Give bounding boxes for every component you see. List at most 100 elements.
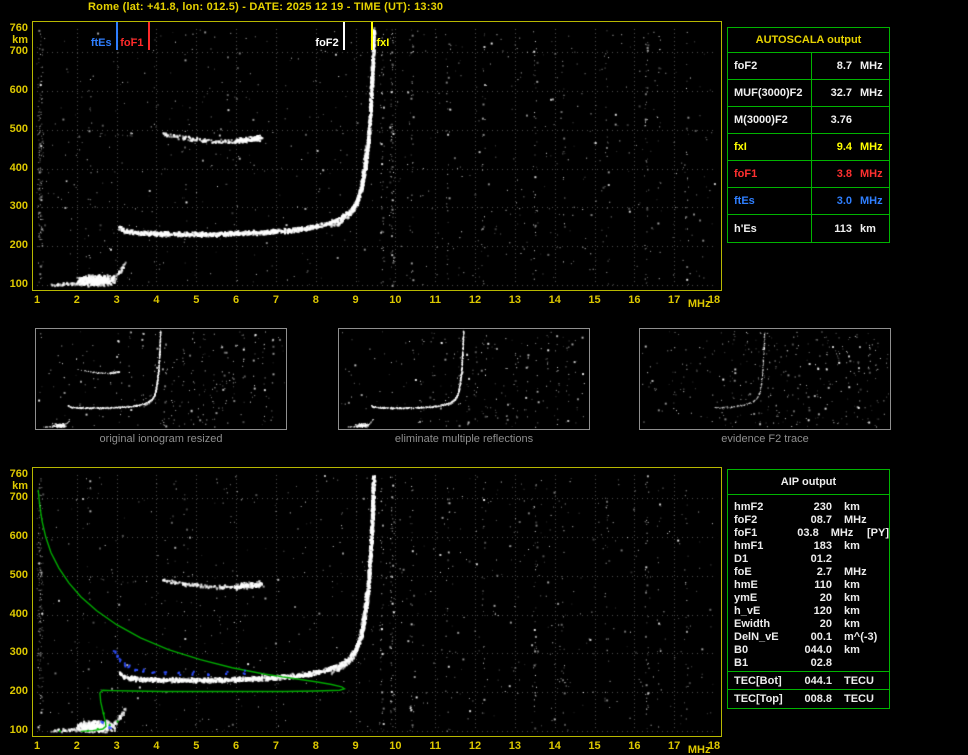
x-tick-label: 10	[389, 740, 402, 752]
fxI-marker-label: fxI	[376, 37, 390, 49]
x-tick-label: 4	[153, 740, 160, 752]
autoscala-row-foF1: foF1 3.8 MHz	[728, 161, 889, 188]
param-value: 8.7 MHz	[836, 60, 883, 72]
param-label: foF2	[728, 53, 812, 79]
aip-output-title: AIP output	[728, 470, 889, 495]
param-value: 3.76	[830, 114, 852, 126]
thumb-eliminate-reflections	[338, 328, 590, 430]
aip-label: DelN_vE	[734, 630, 779, 643]
foF2-marker-line	[342, 22, 345, 50]
param-label: foF1	[728, 161, 812, 187]
aip-row-foF2: foF2 08.7 MHz	[728, 513, 889, 526]
table-separator	[728, 689, 889, 690]
aip-label: hmE	[734, 578, 758, 591]
y-tick-label: 600	[9, 530, 28, 543]
aip-unit: MHz	[844, 513, 867, 526]
aip-value: 03.8	[797, 526, 819, 539]
y-tick-label: 300	[9, 200, 28, 213]
y-axis-unit: km	[12, 480, 28, 492]
y-tick-label: 700	[9, 45, 28, 58]
y-tick-label: 500	[9, 122, 28, 135]
x-tick-label: 13	[508, 294, 521, 306]
aip-value: 120	[813, 604, 832, 617]
x-tick-label: 7	[272, 294, 279, 306]
aip-extra: [PY]	[867, 526, 889, 539]
x-tick-label: 11	[429, 740, 442, 752]
aip-unit: MHz	[844, 565, 867, 578]
autoscala-row-MUF(3000)F2: MUF(3000)F2 32.7 MHz	[728, 80, 889, 107]
x-tick-label: 2	[73, 294, 80, 306]
aip-label: D1	[734, 552, 749, 565]
param-value: 32.7 MHz	[830, 87, 883, 99]
aip-value: 02.8	[810, 656, 832, 669]
x-tick-label: 10	[389, 294, 402, 306]
aip-value: 044.1	[804, 674, 832, 687]
aip-row-foE: foE 2.7 MHz	[728, 565, 889, 578]
param-value: 9.4 MHz	[836, 141, 883, 153]
aip-rows: hmF2 230 km foF2 08.7 MHz foF1 03.8 MHz [PY] hmF1 1…	[728, 495, 889, 708]
thumb-evidence-caption: evidence F2 trace	[721, 433, 809, 445]
autoscala-row-fxI: fxI 9.4 MHz	[728, 134, 889, 161]
x-tick-label: 8	[312, 740, 319, 752]
x-tick-label: 1	[33, 740, 41, 752]
y-tick-label: 700	[9, 491, 28, 504]
foF1-marker-line	[147, 22, 150, 50]
x-tick-label: 2	[73, 740, 80, 752]
y-tick-label: 200	[9, 685, 28, 698]
aip-label: foF2	[734, 513, 758, 526]
y-tick-label: 400	[9, 607, 28, 620]
aip-row-B1: B1 02.8	[728, 656, 889, 669]
autoscala-screen: Rome (lat: +41.8, lon: 012.5) - DATE: 20…	[0, 0, 968, 755]
aip-output-table: AIP output hmF2 230 km foF2 08.7 MHz foF1 03.8 M…	[727, 469, 890, 709]
aip-label: ymE	[734, 591, 758, 604]
x-tick-label: 17	[668, 740, 681, 752]
aip-label: hmF2	[734, 500, 764, 513]
aip-value: 183	[813, 539, 832, 552]
aip-row-ymE: ymE 20 km	[728, 591, 889, 604]
aip-label: foF1	[734, 526, 758, 539]
y-axis-unit: km	[12, 34, 28, 46]
aip-unit: km	[844, 539, 860, 552]
param-value: 113 km	[834, 222, 876, 235]
aip-label: foE	[734, 565, 752, 578]
thumb-eliminate-canvas	[339, 329, 589, 429]
x-tick-label: 13	[508, 740, 521, 752]
aip-row-B0: B0 044.0 km	[728, 643, 889, 656]
aip-unit: km	[844, 591, 860, 604]
aip-unit: m^(-3)	[844, 630, 878, 643]
aip-value: 044.0	[804, 643, 832, 656]
aip-unit: km	[844, 578, 860, 591]
aip-value: 00.1	[810, 630, 832, 643]
x-tick-label: 9	[352, 294, 359, 306]
x-tick-label: 5	[193, 294, 200, 306]
x-tick-label: 17	[668, 294, 681, 306]
x-tick-label: 12	[468, 740, 482, 752]
x-tick-label: 3	[113, 294, 120, 306]
param-value: 3.8 MHz	[836, 168, 883, 180]
autoscala-output-title: AUTOSCALA output	[728, 28, 889, 53]
scaled-ionogram-plot	[32, 21, 722, 291]
aip-unit: MHz	[830, 526, 854, 539]
y-tick-label: 500	[9, 568, 28, 581]
thumb-evidence-f2	[639, 328, 891, 430]
station-title: Rome (lat: +41.8, lon: 012.5) - DATE: 20…	[88, 1, 444, 13]
aip-row-hmF1: hmF1 183 km	[728, 539, 889, 552]
x-tick-label: 11	[429, 294, 442, 306]
aip-unit: km	[844, 643, 860, 656]
x-tick-label: 15	[588, 294, 601, 306]
aip-unit: TECU	[844, 674, 874, 687]
aip-row-TEC[Bot]: TEC[Bot] 044.1 TECU	[728, 674, 889, 687]
aip-value: 230	[813, 500, 832, 513]
foF2-marker-label: foF2	[315, 37, 339, 49]
aip-value: 20	[819, 591, 832, 604]
aip-ionogram-plot	[32, 467, 722, 737]
param-label: h'Es	[728, 215, 812, 242]
aip-row-hmE: hmE 110 km	[728, 578, 889, 591]
y-tick-label: 600	[9, 84, 28, 97]
scaled-ionogram-canvas	[33, 22, 721, 290]
param-label: fxI	[728, 134, 812, 160]
thumb-evidence-canvas	[640, 329, 890, 429]
aip-label: B1	[734, 656, 749, 669]
x-tick-label: 6	[233, 740, 240, 752]
y-tick-label: 760	[9, 22, 28, 34]
